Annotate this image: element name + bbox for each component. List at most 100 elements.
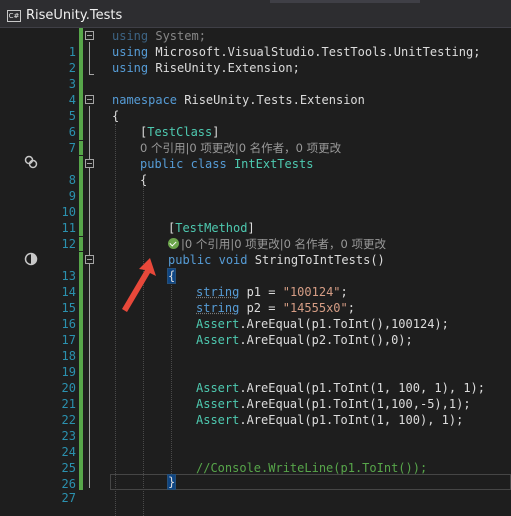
code-text: } (166, 474, 177, 490)
code-line[interactable]: 8 public class IntExtTests (0, 156, 511, 187)
keyword: string (196, 285, 240, 299)
code-line[interactable]: 13 public void StringToIntTests() (0, 252, 511, 283)
codelens-row: |0 个引用|0 项更改|0 名作者，0 项更改 (0, 237, 511, 251)
code-text: string p2 = "14555x0"; (196, 300, 355, 316)
change-marker-saved (79, 220, 83, 236)
keyword: string (196, 301, 240, 315)
code-line[interactable]: 12 [TestMethod] (0, 220, 511, 251)
code-line[interactable]: 14 { (0, 268, 511, 299)
keyword: public (140, 157, 184, 171)
change-marker-saved (79, 124, 83, 140)
matched-brace: } (166, 474, 177, 490)
change-marker-saved (79, 237, 83, 251)
code-line[interactable]: 6 { (0, 108, 511, 139)
attribute-name: TestMethod (175, 221, 248, 235)
code-text: namespace RiseUnity.Tests.Extension (112, 92, 365, 108)
change-marker-saved (79, 76, 83, 92)
code-rest: ; (340, 285, 348, 299)
keyword: using (112, 61, 149, 75)
code-line[interactable]: 20 (0, 364, 511, 395)
change-marker-saved (79, 396, 83, 412)
code-line[interactable]: 19 (0, 348, 511, 379)
change-marker-saved (79, 332, 83, 348)
code-line[interactable]: 7 [TestClass] (0, 124, 511, 155)
keyword: public (168, 253, 212, 267)
code-text: Assert.AreEqual(p1.ToInt(1, 100), 1); (196, 412, 463, 428)
change-marker-saved (79, 172, 83, 188)
code-text: using Microsoft.VisualStudio.TestTools.U… (112, 44, 480, 60)
bracket: ] (247, 221, 255, 235)
type-name: Assert (196, 333, 240, 347)
code-line[interactable]: 17 Assert.AreEqual(p1.ToInt(),100124); (0, 316, 511, 347)
keyword: namespace (112, 93, 178, 107)
code-line[interactable]: 25 (0, 444, 511, 475)
code-line[interactable]: 3 using RiseUnity.Extension; (0, 60, 511, 91)
code-text: [TestMethod] (168, 220, 255, 236)
collapse-toggle-icon[interactable] (85, 159, 94, 168)
code-text: Assert.AreEqual(p1.ToInt(),100124); (196, 316, 449, 332)
code-text: Assert.AreEqual(p1.ToInt(1,100,-5),1); (196, 396, 471, 412)
change-marker-saved (79, 92, 83, 108)
change-marker-saved (79, 156, 83, 172)
csharp-project-icon: C# (7, 10, 21, 22)
line-number: 27 (61, 491, 76, 505)
change-marker-saved (79, 252, 83, 268)
change-marker-saved (79, 284, 83, 300)
code-editor[interactable]: 1 using System; 2 using Microsoft.Visual… (0, 28, 511, 516)
code-text: [TestClass] (140, 124, 220, 140)
code-line[interactable]: 18 Assert.AreEqual(p2.ToInt(),0); (0, 332, 511, 363)
project-dropdown-title[interactable]: RiseUnity.Tests (26, 8, 122, 24)
code-rest: .AreEqual(p1.ToInt(1,100,-5),1); (239, 397, 471, 411)
code-line[interactable]: 15 string p1 = "100124"; (0, 284, 511, 315)
code-line[interactable]: 16 string p2 = "14555x0"; (0, 300, 511, 331)
code-line[interactable]: 21 Assert.AreEqual(p1.ToInt(1, 100, 1), … (0, 380, 511, 411)
method-signature: StringToIntTests() (247, 253, 385, 267)
codelens-class[interactable]: 0 个引用|0 项更改|0 名作者，0 项更改 (140, 141, 341, 155)
top-strip-accent (270, 0, 420, 3)
change-marker-saved (79, 316, 83, 332)
code-line[interactable]: 1 using System; (0, 28, 511, 59)
keyword: using (112, 45, 149, 59)
change-marker-saved (79, 364, 83, 380)
collapse-toggle-icon[interactable] (85, 95, 94, 104)
code-rest: .AreEqual(p1.ToInt(),100124); (239, 317, 449, 331)
change-marker-saved (79, 268, 83, 284)
collapse-toggle-icon[interactable] (85, 31, 94, 40)
string-literal: "100124" (282, 285, 341, 299)
code-rest: .AreEqual(p1.ToInt(1, 100), 1); (239, 413, 464, 427)
attribute-name: TestClass (147, 125, 213, 139)
test-passed-icon[interactable] (168, 238, 179, 249)
code-line[interactable]: 4 (0, 76, 511, 107)
change-marker-saved (79, 141, 83, 155)
change-marker-saved (79, 474, 83, 490)
bracket: ] (212, 125, 220, 139)
change-marker-saved (79, 108, 83, 124)
code-line[interactable]: 10 (0, 188, 511, 219)
matched-brace: { (166, 268, 177, 284)
code-rest: RiseUnity.Tests.Extension (177, 93, 365, 107)
code-text: Assert.AreEqual(p2.ToInt(),0); (196, 332, 413, 348)
codelens-row: 0 个引用|0 项更改|0 名作者，0 项更改 (0, 141, 511, 155)
code-line[interactable]: 24 (0, 428, 511, 459)
codelens-method-text: |0 个引用|0 项更改|0 名作者，0 项更改 (181, 237, 387, 251)
codelens-method[interactable]: |0 个引用|0 项更改|0 名作者，0 项更改 (168, 237, 386, 251)
code-rest: ; (347, 301, 355, 315)
annotation-arrow-icon (122, 258, 156, 312)
code-rest: p2 = (239, 301, 283, 315)
code-rest: System; (148, 29, 206, 43)
code-line[interactable]: 2 using Microsoft.VisualStudio.TestTools… (0, 44, 511, 75)
collapse-toggle-icon[interactable] (85, 255, 94, 264)
change-marker-saved (79, 300, 83, 316)
change-marker-saved (79, 380, 83, 396)
document-tab-bar[interactable]: C# RiseUnity.Tests (0, 4, 511, 28)
code-rest: RiseUnity.Extension; (148, 61, 300, 75)
code-line[interactable]: 23 Assert.AreEqual(p1.ToInt(1, 100), 1); (0, 412, 511, 443)
code-line[interactable]: 22 Assert.AreEqual(p1.ToInt(1,100,-5),1)… (0, 396, 511, 427)
code-line[interactable]: 9 { (0, 172, 511, 203)
change-marker-saved (79, 412, 83, 428)
code-line[interactable]: 27 } (0, 474, 511, 505)
code-line[interactable]: 11 (0, 204, 511, 235)
code-line[interactable]: 5 namespace RiseUnity.Tests.Extension (0, 92, 511, 123)
change-marker-saved (79, 348, 83, 364)
keyword: class (190, 157, 227, 171)
